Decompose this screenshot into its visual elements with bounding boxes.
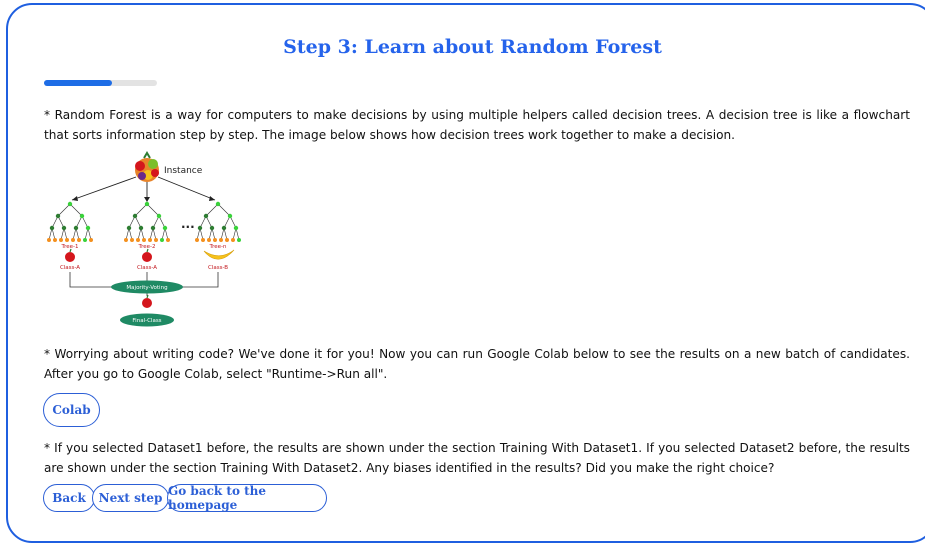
- tree-node: [197, 225, 203, 231]
- tree-node: [162, 225, 168, 231]
- tree-edge: [146, 203, 160, 217]
- homepage-button[interactable]: Go back to the homepage: [167, 484, 327, 512]
- instance-fruit-icon: [135, 151, 159, 182]
- tree-edge: [217, 203, 231, 217]
- decision-trees: [47, 201, 241, 242]
- tree-node: [203, 213, 209, 219]
- final-apple-icon: [142, 294, 152, 308]
- decision-tree: [195, 201, 241, 242]
- tree-2-label: Tree-2: [138, 244, 156, 250]
- tree-node: [59, 238, 63, 242]
- tree-node: [166, 238, 170, 242]
- tree-edge: [134, 203, 148, 217]
- tree-node: [233, 225, 239, 231]
- tree-1-label: Tree-1: [61, 244, 79, 250]
- random-forest-diagram: Instance ... Tree-1 Tree-2 Tree-n Class-…: [47, 151, 241, 327]
- tree-node: [77, 238, 81, 242]
- tree-edge: [57, 203, 71, 217]
- tree-node: [53, 238, 57, 242]
- tree-node: [195, 238, 199, 242]
- dataset-paragraph: * If you selected Dataset1 before, the r…: [44, 441, 910, 475]
- back-button[interactable]: Back: [43, 484, 95, 512]
- next-step-button[interactable]: Next step: [92, 484, 169, 512]
- tree-node: [213, 238, 217, 242]
- banana-icon: [203, 249, 235, 260]
- tree-node: [130, 238, 134, 242]
- tree-node: [71, 238, 75, 242]
- tree-node: [132, 213, 138, 219]
- tree-node: [61, 225, 67, 231]
- tree-node: [79, 213, 85, 219]
- tree-node: [47, 238, 51, 242]
- decision-tree: [124, 201, 170, 242]
- page-title: Step 3: Learn about Random Forest: [283, 36, 662, 58]
- tree-node: [124, 238, 128, 242]
- tree-node: [207, 238, 211, 242]
- tree-node: [201, 238, 205, 242]
- tree-node: [209, 225, 215, 231]
- ellipsis-label: ...: [181, 217, 195, 231]
- tree-node: [85, 225, 91, 231]
- intro-paragraph: * Random Forest is a way for computers t…: [44, 108, 910, 142]
- tree-node: [142, 238, 146, 242]
- tree-node: [237, 238, 241, 242]
- tree-node: [225, 238, 229, 242]
- tree-n-class: Class-B: [208, 265, 228, 271]
- tree-node: [49, 225, 55, 231]
- tree-2-class: Class-A: [137, 265, 157, 271]
- apple-icon: [142, 248, 152, 262]
- tree-node: [65, 238, 69, 242]
- apple-icon: [65, 248, 75, 262]
- tree-1-class: Class-A: [60, 265, 80, 271]
- tree-node: [215, 201, 221, 207]
- tree-node: [156, 213, 162, 219]
- tree-node: [148, 238, 152, 242]
- progress-bar: [44, 80, 157, 86]
- tree-node: [231, 238, 235, 242]
- tree-edge: [205, 203, 219, 217]
- majority-voting-label: Majority-Voting: [126, 285, 167, 291]
- colab-button[interactable]: Colab: [43, 393, 100, 427]
- tree-node: [126, 225, 132, 231]
- tree-node: [221, 225, 227, 231]
- tree-node: [160, 238, 164, 242]
- tree-node: [89, 238, 93, 242]
- tree-n-label: Tree-n: [209, 244, 227, 250]
- instance-label: Instance: [164, 166, 203, 176]
- progress-bar-fill: [44, 80, 112, 86]
- tree-node: [227, 213, 233, 219]
- tree-node: [67, 201, 73, 207]
- tree-node: [150, 225, 156, 231]
- colab-paragraph: * Worrying about writing code? We've don…: [44, 347, 910, 381]
- tree-node: [55, 213, 61, 219]
- tree-edge: [69, 203, 83, 217]
- tree-node: [136, 238, 140, 242]
- tree-node: [73, 225, 79, 231]
- tree-node: [154, 238, 158, 242]
- tree-node: [144, 201, 150, 207]
- tree-node: [219, 238, 223, 242]
- tree-node: [83, 238, 87, 242]
- final-class-label: Final-Class: [132, 318, 161, 324]
- tree-node: [138, 225, 144, 231]
- decision-tree: [47, 201, 93, 242]
